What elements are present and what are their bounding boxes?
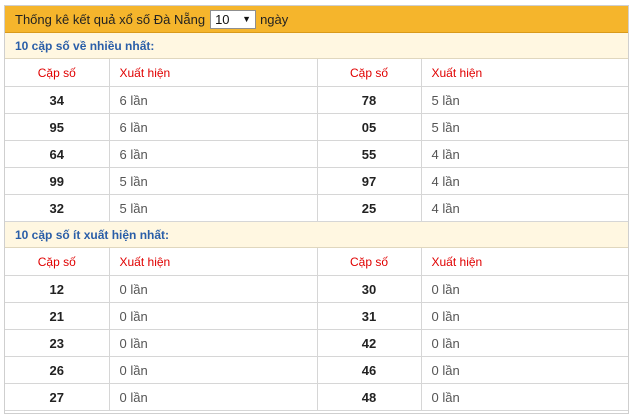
table-row: 64 6 lần 55 4 lần bbox=[5, 140, 628, 168]
table-row: 32 5 lần 25 4 lần bbox=[5, 194, 628, 222]
table-header-row: Cặp số Xuất hiện Cặp số Xuất hiện bbox=[5, 248, 628, 276]
pair-number: 31 bbox=[317, 302, 422, 330]
occurrence-count: 0 lần bbox=[421, 302, 628, 330]
pair-number: 34 bbox=[5, 86, 110, 114]
header-suffix: ngày bbox=[260, 11, 289, 27]
pair-number: 48 bbox=[317, 383, 422, 411]
pair-number: 12 bbox=[5, 275, 110, 303]
header-bar: Thống kê kết quả xổ số Đà Nẵng 10 ▼ ngày bbox=[5, 6, 628, 33]
pair-number: 97 bbox=[317, 167, 422, 195]
statistics-panel: Thống kê kết quả xổ số Đà Nẵng 10 ▼ ngày… bbox=[4, 5, 629, 414]
pair-number: 95 bbox=[5, 113, 110, 141]
column-header-pair: Cặp số bbox=[5, 248, 110, 276]
dropdown-arrow-icon: ▼ bbox=[242, 14, 252, 24]
most-frequent-table: Cặp số Xuất hiện Cặp số Xuất hiện 34 6 lầ… bbox=[5, 59, 628, 222]
pair-number: 05 bbox=[317, 113, 422, 141]
occurrence-count: 0 lần bbox=[421, 356, 628, 384]
occurrence-count: 5 lần bbox=[421, 86, 628, 114]
table-row: 34 6 lần 78 5 lần bbox=[5, 86, 628, 114]
occurrence-count: 0 lần bbox=[421, 383, 628, 411]
occurrence-count: 4 lần bbox=[421, 167, 628, 195]
occurrence-count: 5 lần bbox=[109, 194, 318, 222]
pair-number: 55 bbox=[317, 140, 422, 168]
occurrence-count: 6 lần bbox=[109, 140, 318, 168]
least-frequent-heading: 10 cặp số ít xuất hiện nhất: bbox=[5, 222, 628, 248]
pair-number: 32 bbox=[5, 194, 110, 222]
pair-number: 26 bbox=[5, 356, 110, 384]
pair-number: 21 bbox=[5, 302, 110, 330]
least-frequent-table: Cặp số Xuất hiện Cặp số Xuất hiện 12 0 lầ… bbox=[5, 248, 628, 411]
column-header-count: Xuất hiện bbox=[421, 59, 628, 87]
pair-number: 27 bbox=[5, 383, 110, 411]
occurrence-count: 0 lần bbox=[421, 275, 628, 303]
pair-number: 99 bbox=[5, 167, 110, 195]
pair-number: 46 bbox=[317, 356, 422, 384]
occurrence-count: 6 lần bbox=[109, 113, 318, 141]
occurrence-count: 0 lần bbox=[109, 383, 318, 411]
column-header-count: Xuất hiện bbox=[109, 59, 318, 87]
table-row: 27 0 lần 48 0 lần bbox=[5, 383, 628, 411]
occurrence-count: 0 lần bbox=[109, 275, 318, 303]
occurrence-count: 0 lần bbox=[109, 356, 318, 384]
days-select-value: 10 bbox=[215, 11, 230, 27]
column-header-count: Xuất hiện bbox=[109, 248, 318, 276]
occurrence-count: 5 lần bbox=[109, 167, 318, 195]
pair-number: 30 bbox=[317, 275, 422, 303]
occurrence-count: 6 lần bbox=[109, 86, 318, 114]
column-header-count: Xuất hiện bbox=[421, 248, 628, 276]
table-row: 99 5 lần 97 4 lần bbox=[5, 167, 628, 195]
table-row: 23 0 lần 42 0 lần bbox=[5, 329, 628, 357]
table-row: 21 0 lần 31 0 lần bbox=[5, 302, 628, 330]
column-header-pair: Cặp số bbox=[317, 59, 422, 87]
days-select[interactable]: 10 ▼ bbox=[210, 9, 257, 29]
pair-number: 23 bbox=[5, 329, 110, 357]
pair-number: 42 bbox=[317, 329, 422, 357]
most-frequent-heading: 10 cặp số về nhiều nhất: bbox=[5, 33, 628, 59]
table-row: 26 0 lần 46 0 lần bbox=[5, 356, 628, 384]
column-header-pair: Cặp số bbox=[5, 59, 110, 87]
pair-number: 25 bbox=[317, 194, 422, 222]
occurrence-count: 5 lần bbox=[421, 113, 628, 141]
occurrence-count: 0 lần bbox=[421, 329, 628, 357]
table-row: 12 0 lần 30 0 lần bbox=[5, 275, 628, 303]
occurrence-count: 4 lần bbox=[421, 194, 628, 222]
pair-number: 64 bbox=[5, 140, 110, 168]
pair-number: 78 bbox=[317, 86, 422, 114]
table-row: 95 6 lần 05 5 lần bbox=[5, 113, 628, 141]
header-title: Thống kê kết quả xổ số Đà Nẵng bbox=[15, 11, 206, 27]
occurrence-count: 4 lần bbox=[421, 140, 628, 168]
column-header-pair: Cặp số bbox=[317, 248, 422, 276]
table-header-row: Cặp số Xuất hiện Cặp số Xuất hiện bbox=[5, 59, 628, 87]
occurrence-count: 0 lần bbox=[109, 302, 318, 330]
occurrence-count: 0 lần bbox=[109, 329, 318, 357]
